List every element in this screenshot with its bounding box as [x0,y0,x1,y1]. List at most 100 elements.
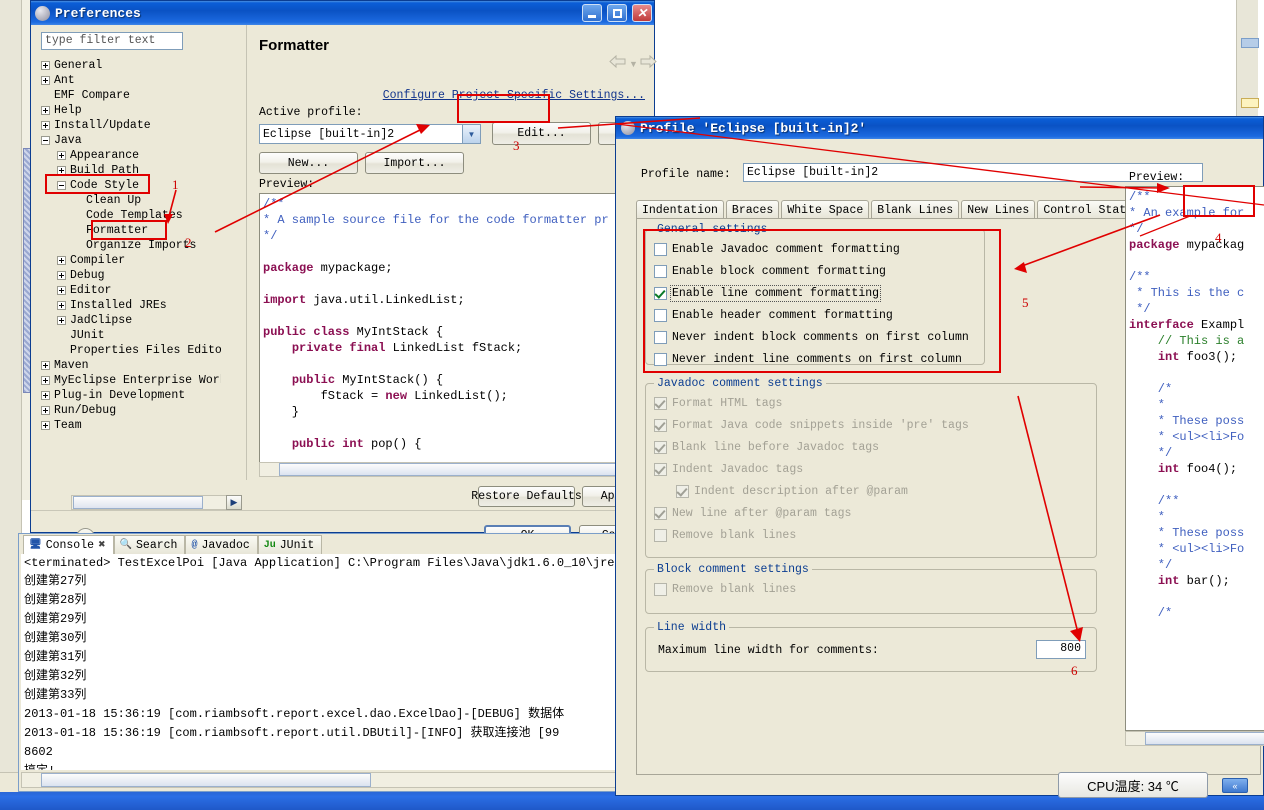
minimize-button[interactable] [582,4,602,22]
sidebar-item-formatter[interactable]: Formatter [41,223,221,238]
checkbox-icon[interactable] [654,353,667,366]
tree-item-label: Help [54,104,82,117]
collapse-icon[interactable] [41,136,50,145]
back-arrow-icon[interactable] [609,55,626,68]
console-tab-bar[interactable]: 🖥Console✖🔍Search@JavadocJuJUnit [19,534,637,554]
expand-icon[interactable] [41,376,50,385]
sidebar-item-debug[interactable]: Debug [41,268,221,283]
import-button[interactable]: Import... [365,152,464,174]
sidebar-item-appearance[interactable]: Appearance [41,148,221,163]
preferences-title-bar[interactable]: Preferences ✕ [31,1,654,25]
console-scrollbar-thumb[interactable] [41,773,371,787]
preview-scrollbar-thumb[interactable] [279,463,625,476]
chevron-down-icon[interactable]: ▼ [629,59,638,69]
sidebar-item-junit[interactable]: JUnit [41,328,221,343]
expand-icon[interactable] [57,271,66,280]
tree-scroll-right-button[interactable]: ▶ [226,495,242,510]
tab-braces[interactable]: Braces [726,200,779,219]
profile-dialog-title-bar[interactable]: Profile 'Eclipse [built-in]2' [616,117,1263,139]
active-profile-combobox[interactable]: Eclipse [built-in]2 ▼ [259,124,481,144]
expand-icon[interactable] [57,166,66,175]
edit-button[interactable]: Edit... [492,122,591,145]
checkbox-icon[interactable] [654,243,667,256]
checkbox-row[interactable]: Never indent line comments on first colu… [654,348,984,370]
tab-javadoc[interactable]: @Javadoc [185,535,257,554]
sidebar-item-compiler[interactable]: Compiler [41,253,221,268]
sidebar-item-jadclipse[interactable]: JadClipse [41,313,221,328]
code-line [1129,253,1264,269]
sidebar-item-general[interactable]: General [41,58,221,73]
sidebar-item-emf-compare[interactable]: EMF Compare [41,88,221,103]
expand-icon[interactable] [41,421,50,430]
tab-indentation[interactable]: Indentation [636,200,724,219]
sidebar-item-properties-files-editor[interactable]: Properties Files Editor [41,343,221,358]
expand-icon[interactable] [41,121,50,130]
sidebar-item-build-path[interactable]: Build Path [41,163,221,178]
sidebar-item-install-update[interactable]: Install/Update [41,118,221,133]
profile-preview-scrollbar-thumb[interactable] [1145,732,1264,745]
sidebar-item-code-style[interactable]: Code Style [41,178,221,193]
configure-project-specific-settings-link[interactable]: Configure Project Specific Settings... [383,89,645,102]
collapse-icon[interactable] [57,181,66,190]
tab-search[interactable]: 🔍Search [114,535,186,554]
tab-console[interactable]: 🖥Console✖ [23,535,114,554]
close-button[interactable]: ✕ [632,4,652,22]
checkbox-row[interactable]: Enable line comment formatting [654,282,984,304]
checkbox-icon[interactable] [654,331,667,344]
tab-junit[interactable]: JuJUnit [258,535,323,554]
checkbox-row[interactable]: Enable Javadoc comment formatting [654,238,984,260]
tree-scrollbar-thumb[interactable] [73,496,203,509]
sidebar-item-editor[interactable]: Editor [41,283,221,298]
preferences-tree[interactable]: GeneralAntEMF CompareHelpInstall/UpdateJ… [41,58,221,462]
maximize-button[interactable] [607,4,627,22]
sidebar-item-run-debug[interactable]: Run/Debug [41,403,221,418]
show-hidden-icons-button[interactable]: « [1222,778,1248,793]
sidebar-item-code-templates[interactable]: Code Templates [41,208,221,223]
sidebar-item-organize-imports[interactable]: Organize Imports [41,238,221,253]
expand-icon[interactable] [57,301,66,310]
active-profile-label: Active profile: [259,106,363,119]
formatter-preview-pane[interactable]: /*** A sample source file for the code f… [259,193,647,463]
chevron-down-icon[interactable]: ▼ [462,125,480,143]
close-icon[interactable]: ✖ [98,540,106,550]
expand-icon[interactable] [41,406,50,415]
checkbox-row[interactable]: Never indent block comments on first col… [654,326,984,348]
sidebar-item-myeclipse-enterprise-workbench[interactable]: MyEclipse Enterprise Workbench [41,373,221,388]
checkbox-row[interactable]: Enable header comment formatting [654,304,984,326]
tab-new-lines[interactable]: New Lines [961,200,1035,219]
max-line-width-input[interactable]: 800 [1036,640,1086,659]
code-token: * A sample source file for the code form… [263,213,609,227]
restore-defaults-button[interactable]: Restore Defaults [478,486,575,507]
forward-arrow-icon[interactable] [640,55,657,68]
expand-icon[interactable] [57,151,66,160]
checkbox-icon[interactable] [654,309,667,322]
tab-label: JUnit [280,539,315,552]
sidebar-item-clean-up[interactable]: Clean Up [41,193,221,208]
sidebar-item-team[interactable]: Team [41,418,221,433]
code-line: * <ul><li>Fo [1129,429,1264,445]
sidebar-item-installed-jres[interactable]: Installed JREs [41,298,221,313]
new-button[interactable]: New... [259,152,358,174]
filter-input[interactable]: type filter text [41,32,183,50]
sidebar-item-plug-in-development[interactable]: Plug-in Development [41,388,221,403]
profile-preview-pane[interactable]: /*** An example for*/package mypackag /*… [1125,186,1264,731]
sidebar-item-java[interactable]: Java [41,133,221,148]
expand-icon[interactable] [41,76,50,85]
expand-icon[interactable] [41,361,50,370]
tab-blank-lines[interactable]: Blank Lines [871,200,959,219]
sidebar-item-help[interactable]: Help [41,103,221,118]
checkbox-row[interactable]: Enable block comment formatting [654,260,984,282]
checkbox-icon[interactable] [654,287,667,300]
sidebar-item-maven[interactable]: Maven [41,358,221,373]
checkbox-icon[interactable] [654,265,667,278]
expand-icon[interactable] [57,286,66,295]
tab-white-space[interactable]: White Space [781,200,869,219]
expand-icon[interactable] [41,106,50,115]
expand-icon[interactable] [57,256,66,265]
expand-icon[interactable] [41,391,50,400]
expand-icon[interactable] [57,316,66,325]
sidebar-item-ant[interactable]: Ant [41,73,221,88]
console-output[interactable]: <terminated> TestExcelPoi [Java Applicat… [21,554,633,770]
cpu-temperature-widget[interactable]: CPU温度: 34 ℃ [1058,772,1208,798]
expand-icon[interactable] [41,61,50,70]
